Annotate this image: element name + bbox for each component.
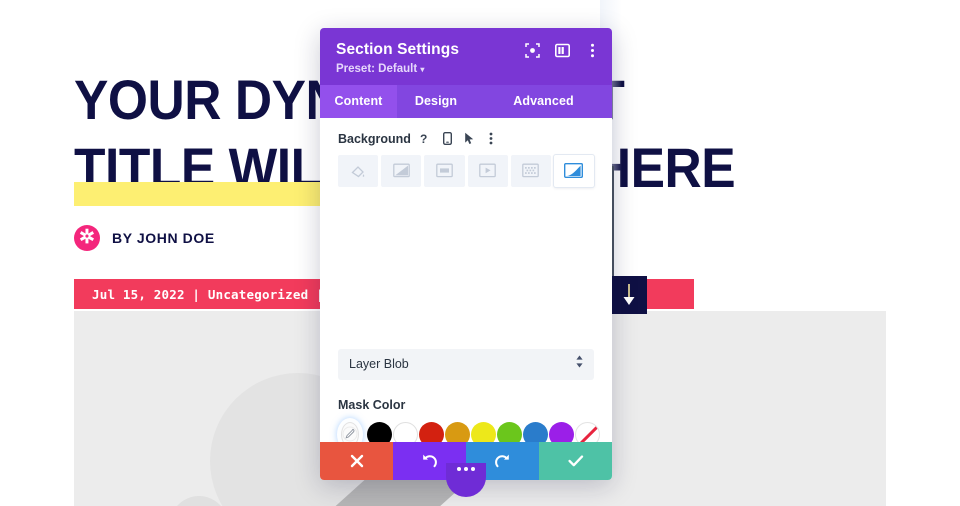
save-button[interactable] — [539, 442, 612, 480]
swatch-amber[interactable] — [445, 421, 470, 442]
background-mask-icon[interactable] — [553, 154, 595, 187]
help-icon[interactable]: ? — [419, 132, 432, 146]
background-image-icon[interactable] — [424, 154, 465, 187]
chevron-down-icon: ▾ — [420, 65, 425, 74]
focus-target-icon[interactable] — [524, 42, 540, 58]
mask-style-select-wrap: Layer Blob — [338, 348, 594, 380]
avatar: ✲ — [74, 225, 100, 251]
swatch-green[interactable] — [497, 421, 522, 442]
drag-dot — [471, 467, 475, 471]
discard-button[interactable] — [320, 442, 393, 480]
background-video-icon[interactable] — [467, 154, 508, 187]
modal-tabs: Content Design Advanced — [320, 85, 612, 118]
background-gradient-icon[interactable] — [381, 154, 422, 187]
section-settings-modal: Section Settings Preset: Default ▾ Conte… — [320, 28, 612, 497]
tab-design[interactable]: Design — [397, 85, 475, 118]
modal-header: Section Settings Preset: Default ▾ — [320, 28, 612, 85]
mask-color-label: Mask Color — [338, 397, 406, 412]
screen: YOUR DYNAMIC POST TITLE WILL DISPLAY HER… — [0, 0, 960, 506]
modal-header-actions — [524, 42, 600, 58]
modal-body: Background ? Layer Blob Mask Color — [320, 117, 612, 442]
drag-dot — [464, 467, 468, 471]
tab-advanced[interactable]: Advanced — [475, 85, 612, 118]
more-options-icon[interactable] — [584, 42, 600, 58]
tab-content[interactable]: Content — [320, 85, 397, 118]
background-color-fill-icon[interactable] — [338, 154, 379, 187]
preset-label: Preset: Default — [336, 63, 418, 75]
more-options-icon[interactable] — [485, 132, 498, 146]
background-type-tabs — [338, 154, 595, 187]
responsive-mobile-icon[interactable] — [441, 132, 454, 146]
mask-preview-area — [338, 197, 594, 349]
byline: ✲ BY JOHN DOE — [74, 225, 215, 251]
swatch-black[interactable] — [367, 421, 392, 442]
background-pattern-icon[interactable] — [510, 154, 551, 187]
mask-style-select[interactable]: Layer Blob — [338, 348, 594, 380]
swatch-white[interactable] — [393, 421, 418, 442]
arrow-down-icon[interactable] — [611, 276, 647, 314]
background-field-header: Background ? — [338, 132, 594, 146]
background-label: Background — [338, 131, 411, 146]
hover-cursor-icon[interactable] — [463, 132, 476, 146]
svg-text:?: ? — [420, 132, 427, 145]
eyedropper-icon[interactable] — [341, 421, 359, 442]
background-field-actions: ? — [419, 132, 498, 146]
layout-panel-icon[interactable] — [554, 42, 570, 58]
byline-author: BY JOHN DOE — [112, 230, 215, 246]
drag-dot — [457, 467, 461, 471]
swatch-purple[interactable] — [549, 421, 574, 442]
swatch-transparent[interactable] — [575, 421, 600, 442]
swatch-blue[interactable] — [523, 421, 548, 442]
mask-color-swatches — [338, 421, 600, 442]
preset-selector[interactable]: Preset: Default ▾ — [336, 63, 596, 75]
swatch-yellow[interactable] — [471, 421, 496, 442]
title-highlight-bar — [74, 182, 342, 206]
swatch-red[interactable] — [419, 421, 444, 442]
